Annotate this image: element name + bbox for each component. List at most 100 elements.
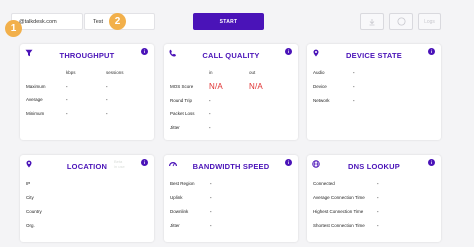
card-header: CALL QUALITY i [164, 44, 298, 64]
metric-row: Audio - [313, 70, 435, 83]
metric-label: Round Trip [170, 98, 193, 103]
column-header-kbps: kbps [66, 70, 76, 75]
card-header: LOCATION Beta in use i [20, 155, 154, 175]
speedometer-icon [169, 162, 177, 167]
metric-row: Highest Connection Time - [313, 209, 435, 222]
metric-row: Jitter - [170, 125, 292, 138]
metric-value: - [106, 111, 108, 116]
metric-label: City [26, 195, 34, 200]
phone-icon [169, 49, 176, 57]
info-icon[interactable]: i [141, 48, 148, 55]
pin-icon [26, 160, 32, 168]
metric-label: Highest Connection Time [313, 209, 364, 214]
metric-value: - [66, 84, 68, 89]
metric-value: - [377, 223, 379, 228]
metric-row: Best Region - [170, 181, 292, 194]
card-header: DEVICE STATE i [307, 44, 441, 64]
beta-watermark: Beta in use [114, 159, 125, 169]
metric-value: - [377, 209, 379, 214]
call-quality-card: CALL QUALITY i in out MOS Score N/A N/A … [164, 44, 298, 140]
metric-value: - [377, 181, 379, 186]
metric-label: Connected [313, 181, 335, 186]
metric-row: Device - [313, 84, 435, 97]
metric-value: - [210, 195, 212, 200]
card-header: DNS LOOKUP i [307, 155, 441, 175]
logs-button[interactable]: Logs [418, 13, 441, 30]
help-circle-icon [397, 17, 405, 26]
column-header-in: in [209, 70, 213, 75]
start-button[interactable]: START [193, 13, 264, 30]
metric-label: Downlink [170, 209, 189, 214]
location-card: LOCATION Beta in use i IP City Country Or… [20, 155, 154, 242]
beta-watermark-line: in use [114, 163, 125, 169]
metric-value: - [353, 84, 355, 89]
metric-row: IP [26, 181, 148, 194]
metric-row: MOS Score N/A N/A [170, 82, 292, 97]
metric-row: Uplink - [170, 195, 292, 208]
name-field-value: Test [93, 18, 104, 25]
card-title: CALL QUALITY [202, 51, 260, 60]
metric-label: IP [26, 181, 31, 186]
funnel-icon [25, 49, 33, 57]
metric-row: Jitter - [170, 223, 292, 236]
metric-label: Device [313, 84, 327, 89]
metric-value: - [106, 84, 108, 89]
metric-value: - [210, 181, 212, 186]
metric-label: Uplink [170, 195, 183, 200]
card-header: BANDWIDTH SPEED i [164, 155, 298, 175]
metric-label: Audio [313, 70, 325, 75]
metric-row: City [26, 195, 148, 208]
metric-value: - [209, 98, 211, 103]
metric-value: - [353, 98, 355, 103]
metric-label: MOS Score [170, 84, 194, 89]
metric-row: Round Trip - [170, 98, 292, 111]
bandwidth-speed-card: BANDWIDTH SPEED i Best Region - Uplink -… [164, 155, 298, 242]
metric-value: - [210, 223, 212, 228]
info-icon[interactable]: i [428, 48, 435, 55]
metric-value: - [106, 97, 108, 102]
metric-label: Best Region [170, 181, 195, 186]
metric-row: Average Connection Time - [313, 195, 435, 208]
info-icon[interactable]: i [141, 159, 148, 166]
info-icon[interactable]: i [285, 159, 292, 166]
metric-label: Average Connection Time [313, 195, 365, 200]
metric-value: - [209, 125, 211, 130]
metric-row: Network - [313, 98, 435, 111]
metric-value: - [209, 111, 211, 116]
metric-value: - [210, 209, 212, 214]
metric-row: Downlink - [170, 209, 292, 222]
info-icon[interactable]: i [285, 48, 292, 55]
top-toolbar: @talkdesk.com Test 1 2 START Logs [0, 0, 474, 38]
metric-label: Network [313, 98, 330, 103]
column-header-sessions: sessions [106, 70, 124, 75]
globe-icon [312, 160, 320, 168]
metric-value: N/A [249, 82, 263, 91]
card-title: DNS LOOKUP [347, 162, 400, 171]
pin-icon [313, 49, 319, 57]
metric-label: Jitter [170, 223, 180, 228]
help-button[interactable] [389, 13, 413, 30]
email-field-value: @talkdesk.com [19, 18, 57, 25]
metric-value: - [377, 195, 379, 200]
metric-value: - [66, 111, 68, 116]
step-badge-2: 2 [109, 13, 126, 30]
metric-value: N/A [209, 82, 223, 91]
metric-label: Minimum [26, 111, 45, 116]
metric-label: Shortest Connection Time [313, 223, 365, 228]
device-state-card: DEVICE STATE i Audio - Device - Network … [307, 44, 441, 140]
metric-row: Shortest Connection Time - [313, 223, 435, 236]
metric-value: - [66, 97, 68, 102]
metric-value: - [353, 70, 355, 75]
metric-label: Packet Loss [170, 111, 195, 116]
metric-label: Country [26, 209, 42, 214]
download-button[interactable] [360, 13, 384, 30]
info-icon[interactable]: i [428, 159, 435, 166]
metric-label: Org. [26, 223, 35, 228]
metric-row: Connected - [313, 181, 435, 194]
card-title: BANDWIDTH SPEED [192, 162, 270, 171]
metric-label: Average [26, 97, 43, 102]
metric-row: Maximum - - [26, 84, 148, 97]
step-badge-1: 1 [5, 20, 22, 37]
metric-label: Jitter [170, 125, 180, 130]
metric-row: Country [26, 209, 148, 222]
